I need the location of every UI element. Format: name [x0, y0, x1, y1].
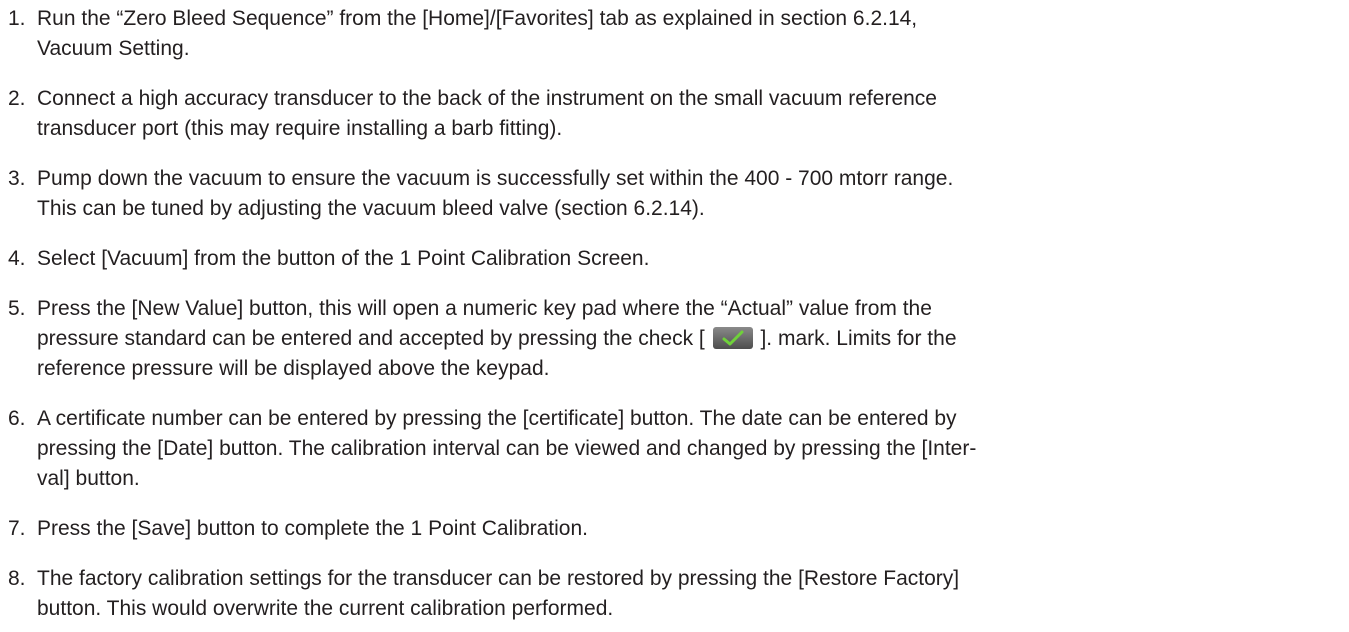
step-text: Select [Vacuum] from the button of the 1… [37, 244, 1337, 274]
step-line: This can be tuned by adjusting the vacuu… [37, 197, 705, 220]
step-text: Connect a high accuracy transducer to th… [37, 84, 1337, 144]
step-text: Run the “Zero Bleed Sequence” from the [… [37, 4, 1337, 64]
step-line: Run the “Zero Bleed Sequence” from the [… [37, 7, 918, 30]
step-line: Pump down the vacuum to ensure the vacuu… [37, 167, 954, 190]
step-text: Press the [Save] button to complete the … [37, 514, 1337, 544]
check-button-icon [712, 327, 753, 349]
step-line: A certificate number can be entered by p… [37, 407, 957, 430]
checkmark-icon [722, 330, 744, 346]
step-number: 1. [8, 7, 26, 30]
step-line: The factory calibration settings for the… [37, 567, 960, 590]
step-line: Press the [New Value] button, this will … [37, 297, 932, 320]
step-text: Press the [New Value] button, this will … [37, 294, 1337, 384]
step-line: Connect a high accuracy transducer to th… [37, 87, 937, 110]
step-line-before-icon: pressure standard can be entered and acc… [37, 327, 705, 350]
step-line: pressing the [Date] button. The calibrat… [37, 437, 977, 460]
step-text: A certificate number can be entered by p… [37, 404, 1337, 494]
step-line: button. This would overwrite the current… [37, 597, 614, 620]
step-number: 8. [8, 567, 26, 590]
step-number: 4. [8, 247, 26, 270]
step-number: 5. [8, 297, 26, 320]
step-number: 2. [8, 87, 26, 110]
step-line: val] button. [37, 467, 140, 490]
step-number: 7. [8, 517, 26, 540]
step-line-after-icon: ]. mark. Limits for the [760, 327, 957, 350]
step-line-with-icon: pressure standard can be entered and acc… [37, 324, 1337, 354]
step-line: Press the [Save] button to complete the … [37, 517, 588, 540]
step-line: Select [Vacuum] from the button of the 1… [37, 247, 650, 270]
step-text: Pump down the vacuum to ensure the vacuu… [37, 164, 1337, 224]
step-number: 3. [8, 167, 26, 190]
step-line: reference pressure will be displayed abo… [37, 357, 550, 380]
step-number: 6. [8, 407, 26, 430]
step-line: transducer port (this may require instal… [37, 117, 563, 140]
step-line: Vacuum Setting. [37, 37, 190, 60]
step-text: The factory calibration settings for the… [37, 564, 1337, 624]
